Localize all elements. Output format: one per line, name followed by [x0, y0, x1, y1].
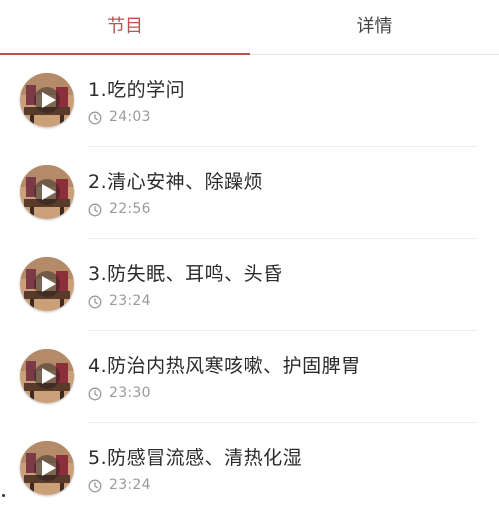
- episode-duration: 23:24: [109, 293, 151, 309]
- episode-duration: 22:56: [109, 201, 151, 217]
- episode-list: 1.吃的学问 24:03 2.清心安神、除躁烦 22:56 3.防失眠、耳鸣、头…: [0, 55, 499, 505]
- episode-duration: 23:30: [109, 385, 151, 401]
- episode-row[interactable]: 4.防治内热风寒咳嗽、护固脾胃 23:30: [0, 331, 499, 423]
- tab-details[interactable]: 详情: [250, 0, 499, 54]
- tab-details-label: 详情: [356, 16, 393, 37]
- tab-programs-label: 节目: [107, 16, 143, 37]
- play-thumbnail-icon[interactable]: [20, 349, 74, 403]
- scroll-dot: [2, 494, 5, 497]
- episode-meta: 22:56: [88, 200, 151, 218]
- clock-icon: [88, 202, 102, 217]
- play-thumbnail-icon[interactable]: [20, 441, 74, 495]
- episode-row[interactable]: 2.清心安神、除躁烦 22:56: [0, 147, 499, 239]
- episode-title: 4.防治内热风寒咳嗽、护固脾胃: [88, 355, 361, 377]
- clock-icon: [88, 478, 102, 493]
- episode-title: 1.吃的学问: [88, 79, 186, 101]
- episode-row[interactable]: 1.吃的学问 24:03: [0, 55, 499, 147]
- episode-row[interactable]: 5.防感冒流感、清热化湿 23:24: [0, 423, 499, 515]
- episode-duration: 23:24: [109, 477, 151, 493]
- episode-meta: 24:03: [88, 108, 151, 126]
- clock-icon: [88, 386, 102, 401]
- episode-title: 3.防失眠、耳鸣、头昏: [88, 263, 283, 285]
- episode-meta: 23:24: [88, 292, 151, 310]
- episode-meta: 23:30: [88, 384, 151, 402]
- tab-bar: 节目 详情: [0, 0, 499, 55]
- clock-icon: [88, 294, 102, 309]
- clock-icon: [88, 110, 102, 125]
- play-thumbnail-icon[interactable]: [20, 257, 74, 311]
- play-thumbnail-icon[interactable]: [20, 165, 74, 219]
- tab-programs[interactable]: 节目: [0, 0, 250, 55]
- episode-row[interactable]: 3.防失眠、耳鸣、头昏 23:24: [0, 239, 499, 331]
- episode-duration: 24:03: [109, 109, 151, 125]
- episode-meta: 23:24: [88, 476, 151, 494]
- episode-title: 2.清心安神、除躁烦: [88, 171, 264, 193]
- episode-title: 5.防感冒流感、清热化湿: [88, 447, 303, 469]
- play-thumbnail-icon[interactable]: [20, 73, 74, 127]
